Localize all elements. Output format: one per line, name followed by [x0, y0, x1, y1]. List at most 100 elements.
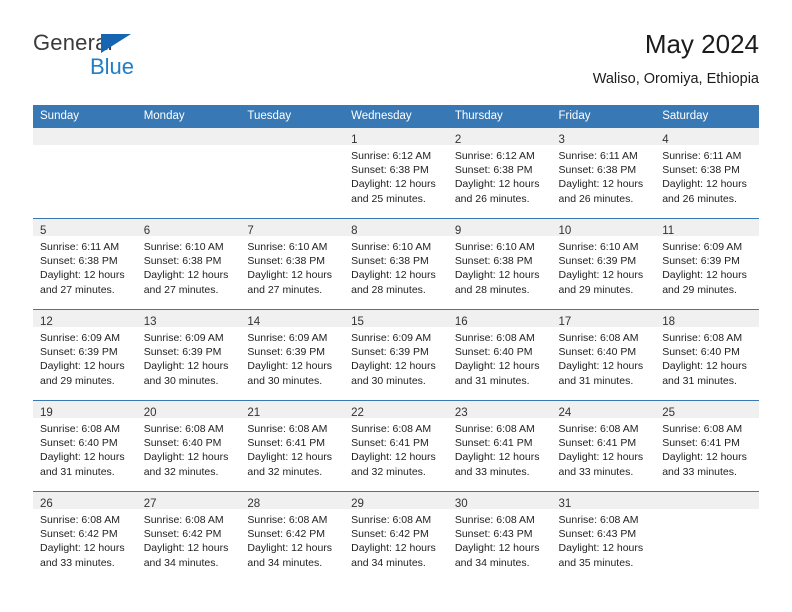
day-detail-line: Sunrise: 6:10 AM — [351, 241, 432, 253]
calendar-day-cell[interactable]: 31 Sunrise: 6:08 AM Sunset: 6:43 PM Dayligh… — [551, 491, 656, 582]
calendar-day-cell[interactable]: 3 Sunrise: 6:11 AM Sunset: 6:38 PM Daylight… — [551, 128, 656, 219]
day-detail-line: Sunrise: 6:08 AM — [662, 423, 743, 435]
calendar-day-cell[interactable]: 5 Sunrise: 6:11 AM Sunset: 6:38 PM Daylight… — [33, 218, 137, 310]
day-number-band: 15 — [344, 310, 448, 328]
calendar-day-cell[interactable]: 28 Sunrise: 6:08 AM Sunset: 6:42 PM Dayligh… — [240, 491, 345, 582]
day-detail-line: Sunset: 6:42 PM — [143, 528, 222, 541]
calendar-day-cell[interactable]: 23 Sunrise: 6:08 AM Sunset: 6:41 PM Dayligh… — [447, 400, 552, 492]
day-detail-line: Sunset: 6:40 PM — [40, 437, 118, 450]
calendar-day-cell[interactable]: 17 Sunrise: 6:08 AM Sunset: 6:40 PM Dayligh… — [551, 309, 656, 401]
day-detail-line: Sunset: 6:41 PM — [558, 437, 637, 450]
general-blue-logo[interactable]: General Blue — [33, 30, 163, 90]
day-cell-inner: 30 Sunrise: 6:08 AM Sunset: 6:43 PM Dayligh… — [447, 492, 552, 582]
calendar-day-cell[interactable]: 25 Sunrise: 6:08 AM Sunset: 6:41 PM Dayligh… — [655, 400, 759, 492]
day-number: 13 — [143, 316, 157, 328]
calendar-week-row: 19 Sunrise: 6:08 AM Sunset: 6:40 PM Dayligh… — [33, 400, 759, 492]
day-number-band: 22 — [344, 401, 448, 419]
day-detail-line: and 34 minutes. — [351, 556, 426, 569]
calendar-day-cell[interactable]: 21 Sunrise: 6:08 AM Sunset: 6:41 PM Dayligh… — [240, 400, 345, 492]
day-detail-line: Sunset: 6:38 PM — [40, 255, 118, 268]
day-number-band: 8 — [344, 219, 448, 237]
calendar-day-cell[interactable]: 15 Sunrise: 6:09 AM Sunset: 6:39 PM Dayligh… — [344, 309, 448, 401]
day-number-band: 23 — [447, 401, 552, 419]
day-detail-line: and 30 minutes. — [247, 374, 323, 387]
page-title: May 2024 — [644, 29, 759, 59]
day-detail-line: Sunset: 6:40 PM — [558, 346, 637, 359]
calendar-page: General Blue May 2024 Waliso, Oromiya, E… — [0, 0, 792, 612]
weekday-header-tuesday: Tuesday — [240, 105, 345, 128]
calendar-day-cell[interactable]: 13 Sunrise: 6:09 AM Sunset: 6:39 PM Dayligh… — [136, 309, 241, 401]
day-details: Sunrise: 6:08 AM Sunset: 6:42 PM Daylight:… — [240, 509, 344, 570]
calendar-day-cell[interactable]: 7 Sunrise: 6:10 AM Sunset: 6:38 PM Daylight… — [240, 218, 345, 310]
day-number: 22 — [351, 407, 364, 419]
day-number-band: 7 — [240, 219, 345, 237]
day-detail-line: Daylight: 12 hours — [454, 360, 540, 373]
calendar-day-cell[interactable]: 30 Sunrise: 6:08 AM Sunset: 6:43 PM Dayligh… — [447, 491, 552, 582]
day-details: Sunrise: 6:11 AM Sunset: 6:38 PM Daylight:… — [552, 145, 656, 206]
day-number: 8 — [351, 225, 358, 237]
day-number: 26 — [40, 498, 53, 510]
calendar-day-cell[interactable]: 26 Sunrise: 6:08 AM Sunset: 6:42 PM Dayligh… — [33, 491, 137, 582]
day-detail-line: Sunset: 6:40 PM — [662, 346, 740, 359]
calendar-day-cell[interactable]: 22 Sunrise: 6:08 AM Sunset: 6:41 PM Dayligh… — [344, 400, 448, 492]
day-detail-line: Sunrise: 6:09 AM — [143, 332, 224, 344]
day-detail-line: and 27 minutes. — [247, 283, 323, 296]
day-number-band: 29 — [344, 492, 448, 510]
calendar-day-cell[interactable]: 2 Sunrise: 6:12 AM Sunset: 6:38 PM Daylight… — [447, 128, 552, 219]
day-detail-line: Daylight: 12 hours — [662, 269, 747, 282]
calendar-day-cell[interactable]: 29 Sunrise: 6:08 AM Sunset: 6:42 PM Dayligh… — [344, 491, 448, 582]
title-block: May 2024 Waliso, Oromiya, Ethiopia — [593, 28, 759, 89]
day-cell-inner: 20 Sunrise: 6:08 AM Sunset: 6:40 PM Dayligh… — [136, 401, 241, 491]
calendar-day-cell[interactable]: 24 Sunrise: 6:08 AM Sunset: 6:41 PM Dayligh… — [551, 400, 656, 492]
day-detail-line: and 29 minutes. — [40, 374, 115, 387]
calendar-day-cell[interactable]: 27 Sunrise: 6:08 AM Sunset: 6:42 PM Dayligh… — [136, 491, 241, 582]
calendar-day-cell[interactable]: 8 Sunrise: 6:10 AM Sunset: 6:38 PM Daylight… — [344, 218, 448, 310]
day-detail-line: Sunrise: 6:09 AM — [247, 332, 328, 344]
day-detail-line: Sunset: 6:41 PM — [247, 437, 326, 450]
weekday-header-saturday: Saturday — [655, 105, 759, 128]
calendar-day-cell[interactable]: 20 Sunrise: 6:08 AM Sunset: 6:40 PM Dayligh… — [136, 400, 241, 492]
day-number: 25 — [662, 407, 676, 419]
day-detail-line: Daylight: 12 hours — [247, 269, 333, 282]
calendar-day-cell[interactable]: 16 Sunrise: 6:08 AM Sunset: 6:40 PM Dayligh… — [447, 309, 552, 401]
calendar-day-cell[interactable]: 18 Sunrise: 6:08 AM Sunset: 6:40 PM Dayligh… — [655, 309, 759, 401]
day-detail-line: Sunrise: 6:08 AM — [662, 332, 743, 344]
day-details: Sunrise: 6:08 AM Sunset: 6:40 PM Daylight:… — [33, 418, 137, 479]
day-detail-line: and 27 minutes. — [143, 283, 219, 296]
day-number-band: 10 — [551, 219, 656, 237]
calendar-week-row: 1 Sunrise: 6:12 AM Sunset: 6:38 PM Daylight… — [33, 128, 759, 219]
page-header: General Blue May 2024 Waliso, Oromiya, E… — [33, 28, 759, 98]
day-detail-line: Daylight: 12 hours — [351, 542, 436, 555]
day-detail-line: and 35 minutes. — [558, 556, 634, 569]
calendar-day-cell[interactable]: 6 Sunrise: 6:10 AM Sunset: 6:38 PM Daylight… — [136, 218, 241, 310]
day-detail-line: Sunset: 6:39 PM — [351, 346, 429, 359]
calendar-grid: Sunday Monday Tuesday Wednesday Thursday Frid… — [33, 105, 759, 582]
day-details: Sunrise: 6:08 AM Sunset: 6:42 PM Daylight:… — [344, 509, 448, 570]
day-detail-line: Sunset: 6:40 PM — [143, 437, 222, 450]
day-cell-inner: 1 Sunrise: 6:12 AM Sunset: 6:38 PM Daylight… — [344, 128, 448, 218]
day-detail-line: Daylight: 12 hours — [662, 360, 747, 373]
calendar-day-cell[interactable]: 11 Sunrise: 6:09 AM Sunset: 6:39 PM Dayligh… — [655, 218, 759, 310]
day-details: Sunrise: 6:08 AM Sunset: 6:42 PM Daylight:… — [137, 509, 241, 570]
calendar-day-cell[interactable]: 10 Sunrise: 6:10 AM Sunset: 6:39 PM Dayligh… — [551, 218, 656, 310]
day-cell-inner — [240, 128, 345, 218]
calendar-day-cell[interactable]: 19 Sunrise: 6:08 AM Sunset: 6:40 PM Dayligh… — [33, 400, 137, 492]
day-details: Sunrise: 6:08 AM Sunset: 6:43 PM Daylight:… — [448, 509, 552, 570]
day-detail-line: Sunrise: 6:12 AM — [351, 150, 432, 162]
calendar-day-cell[interactable]: 4 Sunrise: 6:11 AM Sunset: 6:38 PM Daylight… — [655, 128, 759, 219]
calendar-cell-empty — [655, 491, 759, 582]
calendar-day-cell[interactable]: 1 Sunrise: 6:12 AM Sunset: 6:38 PM Daylight… — [344, 128, 448, 219]
day-number-band: 4 — [655, 128, 759, 146]
calendar-day-cell[interactable]: 12 Sunrise: 6:09 AM Sunset: 6:39 PM Dayligh… — [33, 309, 137, 401]
day-detail-line: and 30 minutes. — [143, 374, 219, 387]
day-detail-line: Sunrise: 6:08 AM — [558, 332, 639, 344]
day-detail-line: Sunset: 6:39 PM — [143, 346, 222, 359]
day-number-band — [33, 128, 137, 145]
calendar-day-cell[interactable]: 9 Sunrise: 6:10 AM Sunset: 6:38 PM Daylight… — [447, 218, 552, 310]
day-cell-inner: 25 Sunrise: 6:08 AM Sunset: 6:41 PM Dayligh… — [655, 401, 759, 491]
day-number: 5 — [40, 225, 47, 237]
day-detail-line: Sunset: 6:41 PM — [454, 437, 533, 450]
day-detail-line: and 28 minutes. — [351, 283, 426, 296]
calendar-day-cell[interactable]: 14 Sunrise: 6:09 AM Sunset: 6:39 PM Dayligh… — [240, 309, 345, 401]
day-detail-line: and 32 minutes. — [247, 465, 323, 478]
